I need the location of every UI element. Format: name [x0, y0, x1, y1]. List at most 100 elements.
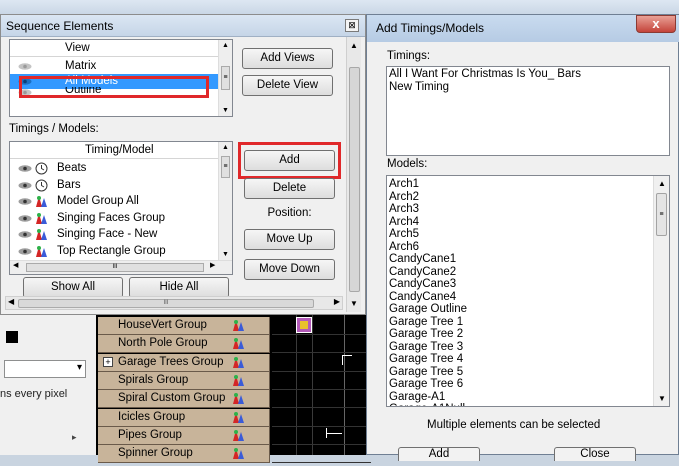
views-header[interactable]: View	[10, 40, 220, 57]
close-icon[interactable]: ⊠	[345, 19, 359, 32]
model-row-label: North Pole Group	[118, 337, 208, 350]
dialog-title: Add Timings/Models	[376, 21, 485, 35]
timing-model-item[interactable]: Singing Face - New	[10, 227, 220, 242]
model-item[interactable]: Garage Tree 5	[389, 366, 655, 379]
model-group-icon	[232, 356, 245, 369]
model-row[interactable]: Icicles Group	[98, 408, 270, 427]
scroll-thumb[interactable]: III	[26, 263, 204, 272]
model-row[interactable]: Spinner Group	[98, 445, 270, 464]
timing-model-label: Beats	[57, 162, 87, 174]
scroll-up-icon[interactable]: ▲	[222, 42, 229, 49]
scroll-down-icon[interactable]: ▼	[222, 251, 229, 258]
model-item[interactable]: Arch4	[389, 216, 655, 229]
scroll-left-icon[interactable]: ◀	[8, 297, 14, 306]
models-scrollbar[interactable]: ▲ ≡ ▼	[653, 176, 669, 406]
model-group-icon	[232, 337, 245, 350]
model-item[interactable]: Arch1	[389, 178, 655, 191]
model-row[interactable]: + Garage Trees Group	[98, 353, 270, 372]
scroll-right-icon[interactable]: ▶	[334, 297, 340, 306]
timings-models-label: Timings / Models:	[9, 123, 99, 135]
scroll-up-icon[interactable]: ▲	[658, 179, 666, 188]
model-row[interactable]: Pipes Group	[98, 426, 270, 445]
sequence-grid[interactable]: HouseVert Group North Pole Group + Garage T…	[96, 315, 371, 464]
timing-model-item[interactable]: Bars	[10, 178, 220, 193]
scroll-thumb[interactable]: ≡	[221, 66, 230, 90]
color-swatch[interactable]	[6, 331, 18, 343]
move-up-button[interactable]: Move Up	[244, 229, 335, 250]
timing-model-list[interactable]: Timing/Model Beats Bars Model Group All Sin…	[9, 141, 233, 275]
scroll-thumb[interactable]	[349, 67, 360, 292]
model-item[interactable]: Garage Tree 4	[389, 353, 655, 366]
show-all-button[interactable]: Show All	[23, 277, 123, 298]
timing-model-hscrollbar[interactable]: ◀ III ▶	[10, 260, 232, 274]
delete-view-button[interactable]: Delete View	[242, 75, 333, 96]
scroll-down-icon[interactable]: ▼	[658, 394, 666, 403]
timing-model-item[interactable]: Singing Faces Group	[10, 211, 220, 226]
timing-model-header[interactable]: Timing/Model	[10, 142, 220, 159]
model-row[interactable]: Spirals Group	[98, 371, 270, 390]
panel-titlebar[interactable]: Sequence Elements ⊠	[1, 15, 365, 37]
model-item[interactable]: CandyCane3	[389, 278, 655, 291]
model-item[interactable]: Arch3	[389, 203, 655, 216]
model-item[interactable]: CandyCane1	[389, 253, 655, 266]
panel-hscrollbar[interactable]: ◀ III ▶	[5, 296, 343, 310]
timing-model-label: Top Rectangle Group	[57, 244, 166, 257]
scroll-thumb[interactable]: ≡	[221, 156, 230, 178]
scroll-down-icon[interactable]: ▼	[222, 107, 229, 114]
scroll-thumb[interactable]: III	[18, 299, 314, 308]
scroll-thumb[interactable]: ≡	[656, 193, 667, 236]
dialog-add-button[interactable]: Add	[398, 447, 480, 461]
model-item[interactable]: Arch2	[389, 191, 655, 204]
timing-model-scrollbar[interactable]: ▲ ≡ ▼	[218, 142, 232, 260]
scroll-right-icon[interactable]: ▶	[210, 261, 215, 269]
timing-model-item[interactable]: Top Rectangle Group	[10, 244, 220, 259]
hide-all-button[interactable]: Hide All	[129, 277, 229, 298]
view-item-matrix[interactable]: Matrix	[10, 59, 220, 74]
scroll-left-icon[interactable]: ◀	[13, 261, 18, 269]
model-row[interactable]: North Pole Group	[98, 335, 270, 354]
model-item[interactable]: Garage Tree 1	[389, 316, 655, 329]
views-scrollbar[interactable]: ▲ ≡ ▼	[218, 40, 232, 116]
timings-list[interactable]: All I Want For Christmas Is You_ Bars New…	[386, 66, 670, 156]
close-icon[interactable]: x	[636, 15, 676, 33]
scroll-up-icon[interactable]: ▲	[350, 41, 358, 50]
scroll-up-icon[interactable]: ▲	[222, 144, 229, 151]
model-item[interactable]: CandyCane4	[389, 291, 655, 304]
effect-cell[interactable]	[296, 317, 312, 333]
expand-icon[interactable]: +	[103, 356, 113, 367]
model-row[interactable]: HouseVert Group	[98, 317, 270, 335]
grid-line	[272, 334, 371, 335]
add-views-button[interactable]: Add Views	[242, 48, 333, 69]
move-down-button[interactable]: Move Down	[244, 259, 335, 280]
model-item[interactable]: Arch5	[389, 228, 655, 241]
model-item[interactable]: Garage-A1	[389, 391, 655, 404]
model-item[interactable]: Garage Outline	[389, 303, 655, 316]
effect-marker[interactable]	[326, 428, 327, 438]
models-list[interactable]: Arch1 Arch2 Arch3 Arch4 Arch5 Arch6 CandyCane1…	[386, 175, 670, 407]
model-item[interactable]: Garage Tree 2	[389, 328, 655, 341]
timing-model-item[interactable]: Model Group All	[10, 194, 220, 209]
models-list-items: Arch1 Arch2 Arch3 Arch4 Arch5 Arch6 CandyCane1…	[387, 178, 655, 406]
timing-item[interactable]: All I Want For Christmas Is You_ Bars	[389, 68, 667, 81]
model-row-label: Pipes Group	[118, 428, 182, 441]
grid-line	[272, 407, 371, 409]
timing-model-item[interactable]: Beats	[10, 161, 220, 176]
model-row[interactable]: Spiral Custom Group	[98, 390, 270, 409]
panel-scrollbar[interactable]: ▲ ▼	[346, 37, 361, 312]
model-group-icon	[232, 392, 245, 405]
eye-icon[interactable]	[18, 63, 32, 70]
effect-marker[interactable]	[342, 355, 352, 365]
dialog-close-button[interactable]: Close	[554, 447, 636, 461]
model-item[interactable]: Garage Tree 6	[389, 378, 655, 391]
settings-dropdown[interactable]: ▾	[4, 360, 86, 378]
delete-button[interactable]: Delete	[244, 178, 335, 199]
model-item[interactable]: Garage-A1Null	[389, 403, 655, 406]
model-item[interactable]: CandyCane2	[389, 266, 655, 279]
model-item[interactable]: Garage Tree 3	[389, 341, 655, 354]
chevron-right-icon[interactable]: ▸	[72, 432, 77, 443]
model-item[interactable]: Arch6	[389, 241, 655, 254]
effect-marker[interactable]	[326, 433, 342, 434]
dialog-titlebar[interactable]: Add Timings/Models x	[367, 15, 679, 42]
scroll-down-icon[interactable]: ▼	[350, 299, 358, 308]
timing-item[interactable]: New Timing	[389, 81, 667, 94]
